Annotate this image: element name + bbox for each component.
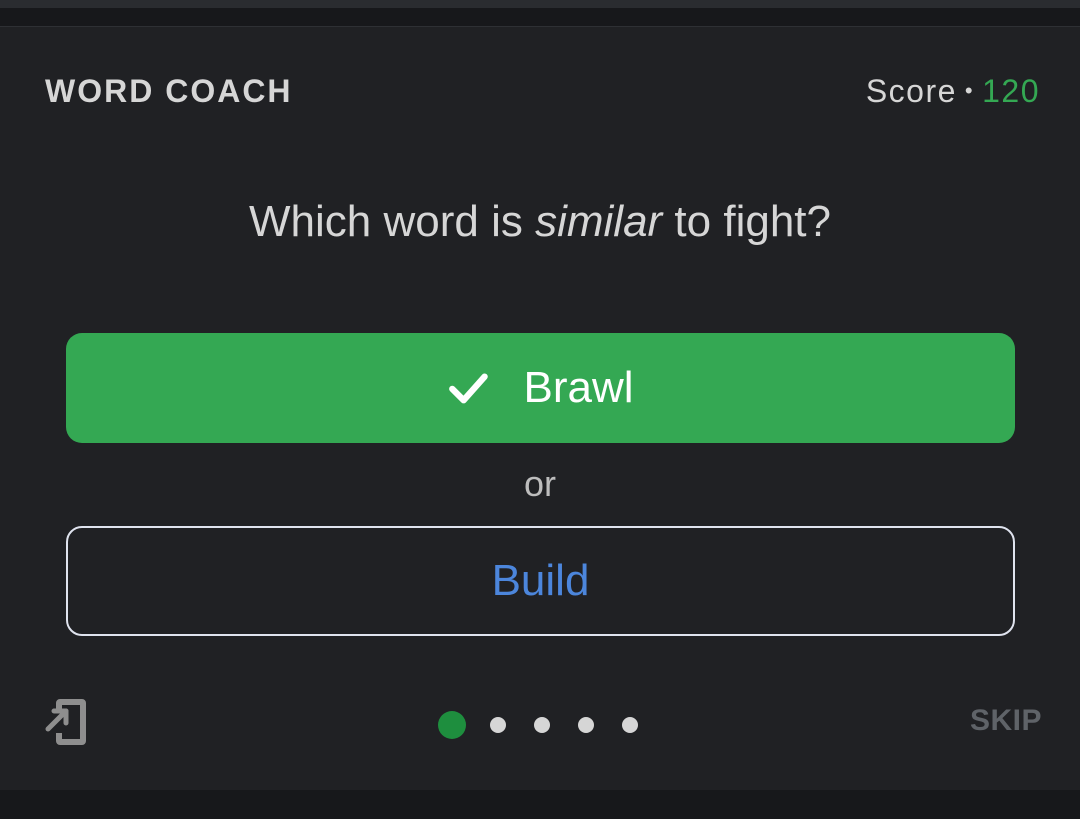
question-emphasis: similar <box>535 197 663 246</box>
score-value: 120 <box>982 73 1040 109</box>
answer-option-a-button[interactable]: Brawl <box>66 333 1015 443</box>
answer-option-b-button[interactable]: Build <box>66 526 1015 636</box>
progress-dots <box>438 711 638 739</box>
top-bar <box>0 0 1080 8</box>
or-separator: or <box>523 463 556 504</box>
score-display: Score • 120 <box>866 73 1040 110</box>
progress-dot <box>490 717 506 733</box>
question-suffix: to fight? <box>662 197 831 246</box>
score-label: Score <box>865 73 957 109</box>
answer-option-a-label: Brawl <box>523 363 634 412</box>
progress-dot <box>534 717 550 733</box>
question-prefix: Which word is <box>249 197 536 246</box>
question-text: Which word is similar to fight? <box>0 197 1080 247</box>
skip-button[interactable]: SKIP <box>970 704 1042 738</box>
check-icon <box>449 373 489 404</box>
share-to-device-icon[interactable] <box>44 695 88 749</box>
progress-dot <box>578 717 594 733</box>
progress-dot-active <box>438 711 466 739</box>
word-coach-card: WORD COACH Score • 120 Which word is simil… <box>0 26 1080 791</box>
score-separator: • <box>964 78 975 103</box>
card-title: WORD COACH <box>45 73 293 109</box>
bottom-strip <box>0 790 1080 819</box>
progress-dot <box>622 717 638 733</box>
answer-option-b-label: Build <box>491 556 590 605</box>
